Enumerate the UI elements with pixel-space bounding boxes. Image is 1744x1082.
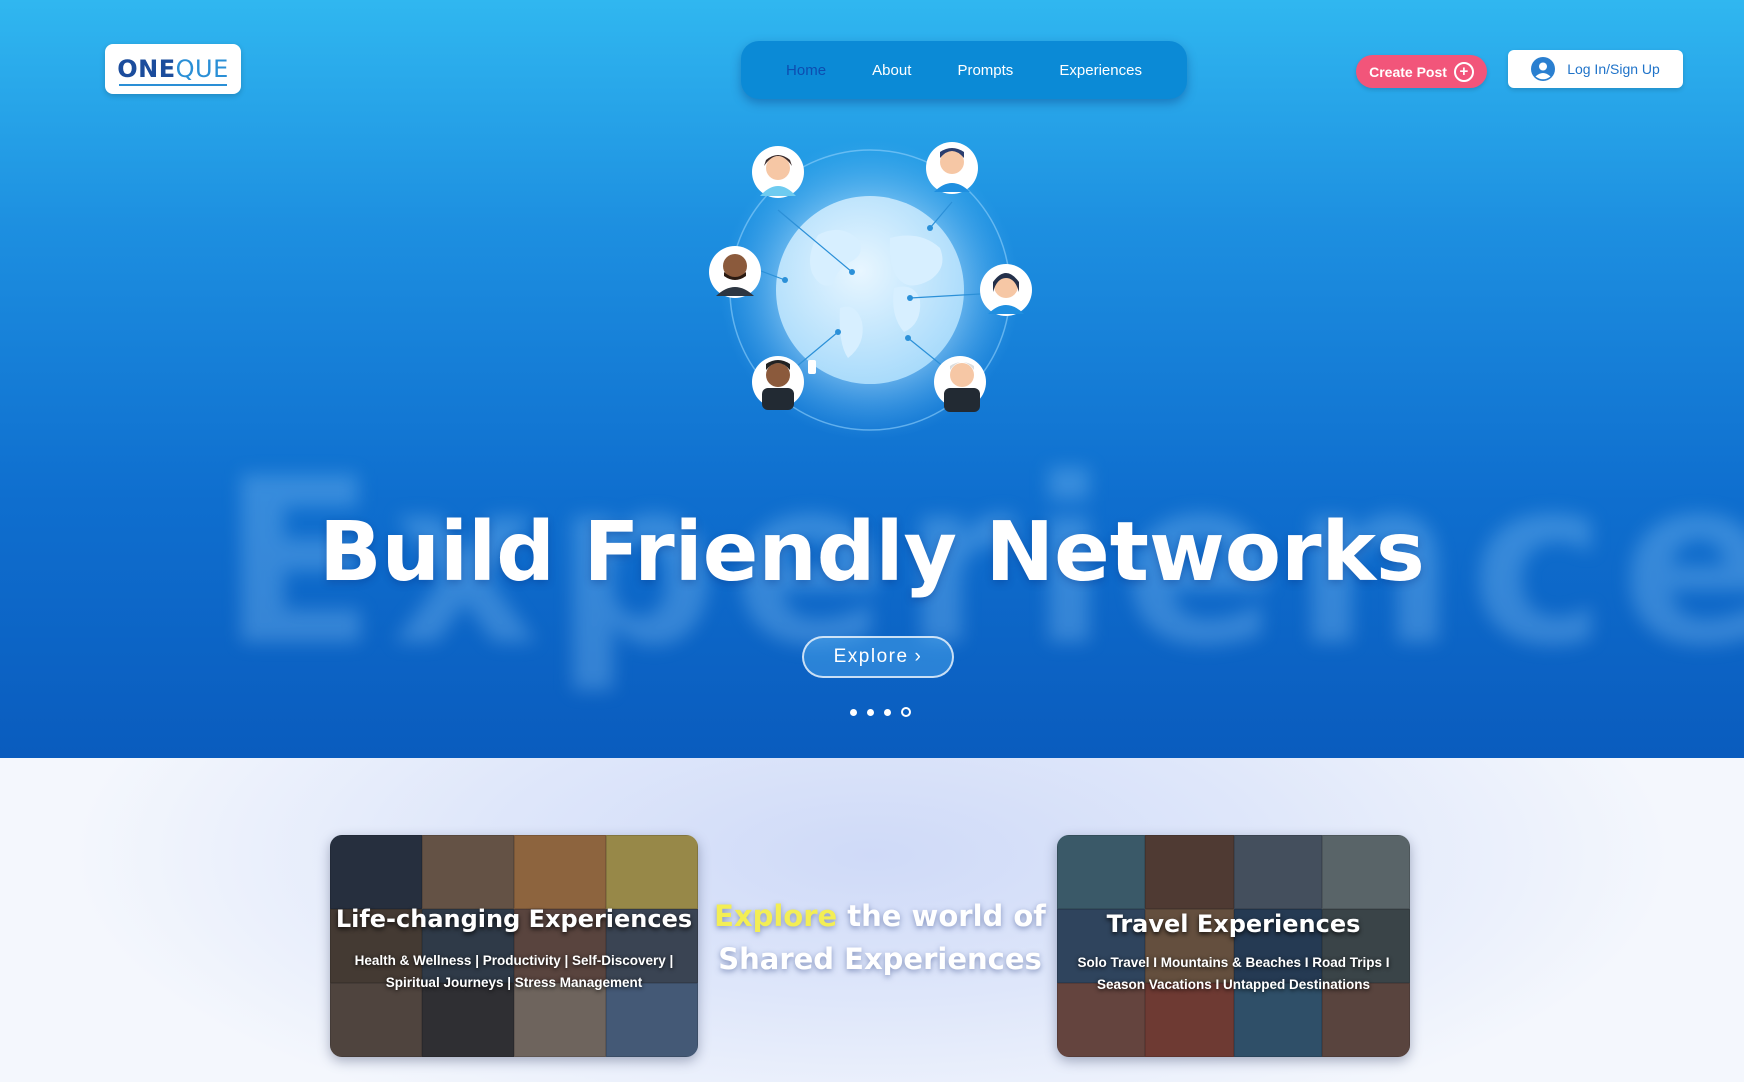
logo-underline bbox=[119, 84, 227, 86]
card-title: Travel Experiences bbox=[1106, 910, 1361, 938]
login-label: Log In/Sign Up bbox=[1567, 61, 1660, 77]
login-signup-button[interactable]: Log In/Sign Up bbox=[1508, 50, 1683, 88]
logo-text-que: QUE bbox=[175, 55, 229, 83]
carousel-dot[interactable] bbox=[867, 708, 874, 716]
person-avatar-4 bbox=[980, 264, 1032, 316]
globe-network-illustration bbox=[709, 140, 1032, 440]
hero-section: Experiences ONEQUE Home About Prompts Ex… bbox=[0, 0, 1744, 758]
card-subtitle: Health & Wellness | Productivity | Self-… bbox=[354, 953, 674, 990]
carousel-dot[interactable] bbox=[884, 708, 891, 716]
nav-link-home[interactable]: Home bbox=[786, 62, 826, 79]
person-avatar-1 bbox=[752, 146, 804, 198]
logo[interactable]: ONEQUE bbox=[105, 44, 241, 94]
person-avatar-3 bbox=[709, 246, 761, 298]
card-subtitle: Solo Travel I Mountains & Beaches I Road… bbox=[1077, 955, 1390, 992]
chevron-right-icon: › bbox=[914, 646, 923, 667]
explore-label: Explore bbox=[833, 646, 909, 667]
carousel-dot[interactable] bbox=[850, 708, 857, 716]
nav-link-about[interactable]: About bbox=[872, 62, 911, 79]
card-title: Life-changing Experiences bbox=[335, 905, 693, 933]
create-post-button[interactable]: Create Post + bbox=[1356, 55, 1487, 88]
carousel-indicator bbox=[850, 707, 911, 717]
hero-title: Build Friendly Networks bbox=[319, 505, 1425, 600]
section-tagline: Explore the world of Shared Experiences bbox=[714, 899, 1046, 976]
carousel-dot-active[interactable] bbox=[901, 707, 911, 717]
user-avatar-icon bbox=[1531, 57, 1556, 81]
person-avatar-2 bbox=[926, 142, 978, 194]
logo-text-one: ONE bbox=[117, 55, 176, 83]
main-nav: Home About Prompts Experiences bbox=[741, 41, 1187, 99]
explore-button[interactable]: Explore › bbox=[802, 636, 954, 678]
travel-experiences-card[interactable]: Travel Experiences Solo Travel I Mountai… bbox=[1057, 835, 1410, 1057]
life-changing-experiences-card[interactable]: Life-changing Experiences Health & Welln… bbox=[330, 835, 698, 1057]
plus-circle-icon: + bbox=[1453, 61, 1474, 82]
nav-link-prompts[interactable]: Prompts bbox=[957, 62, 1013, 79]
create-post-label: Create Post bbox=[1369, 63, 1447, 80]
tagline-highlight: Explore bbox=[714, 899, 838, 933]
nav-link-experiences[interactable]: Experiences bbox=[1059, 62, 1142, 79]
